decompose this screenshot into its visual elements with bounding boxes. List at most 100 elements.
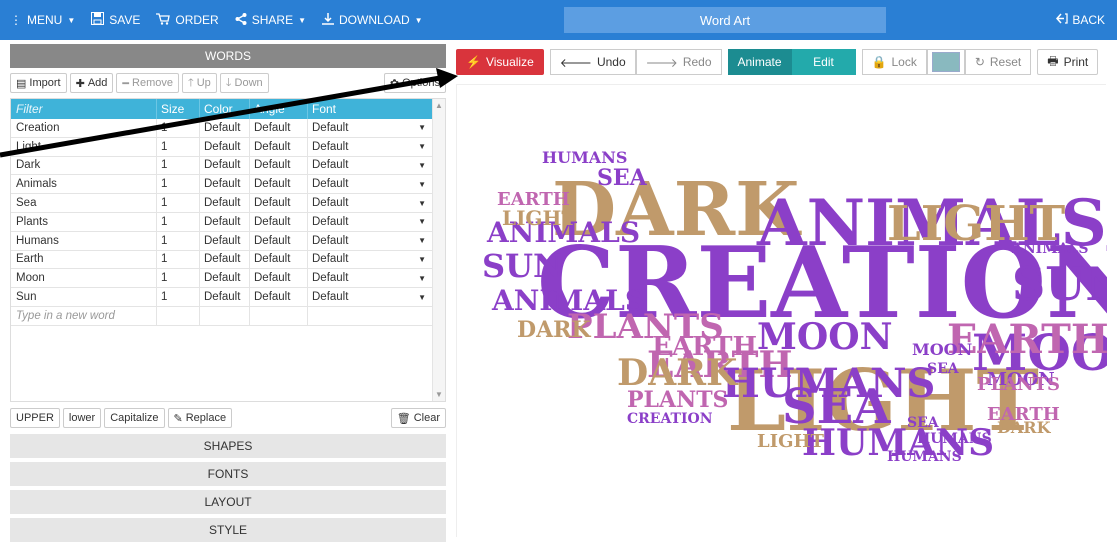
color-cell[interactable]: Default [200, 137, 250, 156]
font-cell[interactable]: Default ▼ [308, 288, 430, 306]
angle-column-header[interactable]: Angle [250, 99, 308, 119]
cloud-word[interactable]: HUMANS [722, 360, 935, 407]
table-row[interactable]: Humans 1 Default Default Default ▼ [11, 231, 445, 251]
style-section-header[interactable]: STYLE [10, 518, 446, 542]
cloud-word[interactable]: SEA [927, 361, 960, 377]
size-column-header[interactable]: Size [157, 99, 200, 119]
cloud-word[interactable]: EARTH [652, 332, 757, 362]
filter-column-header[interactable]: Filter [11, 99, 157, 119]
cloud-word[interactable]: DARK [517, 317, 591, 343]
cloud-word[interactable]: SUN [482, 247, 562, 285]
font-cell[interactable]: Default ▼ [308, 119, 430, 137]
cloud-word[interactable]: LIGHT [757, 431, 824, 452]
dropdown-caret-icon[interactable]: ▼ [418, 274, 426, 283]
share-button[interactable]: SHARE ▼ [227, 0, 314, 40]
cloud-word[interactable]: MOON [912, 340, 972, 359]
table-row[interactable]: Plants 1 Default Default Default ▼ [11, 212, 445, 232]
size-cell[interactable]: 1 [157, 269, 200, 288]
table-row[interactable]: Light 1 Default Default Default ▼ [11, 137, 445, 157]
font-cell[interactable]: Default ▼ [308, 157, 430, 175]
font-cell[interactable]: Default ▼ [308, 232, 430, 250]
cloud-word[interactable]: ANIMALS [1011, 241, 1089, 257]
fonts-section-header[interactable]: FONTS [10, 462, 446, 486]
word-cell[interactable]: Dark [11, 156, 157, 175]
word-art-canvas[interactable]: CREATION LIGHT DARK SEA ANIMALS MOON SUN PLANTS… [456, 84, 1107, 537]
table-scrollbar[interactable]: ▲ ▼ [432, 99, 445, 401]
replace-button[interactable]: ✎ Replace [167, 408, 233, 428]
scroll-down-icon[interactable]: ▼ [435, 390, 443, 399]
angle-cell[interactable]: Default [250, 269, 308, 288]
dropdown-caret-icon[interactable]: ▼ [418, 217, 426, 226]
angle-cell[interactable]: Default [250, 231, 308, 250]
down-button[interactable]: 🡓 Down [219, 73, 269, 93]
angle-cell[interactable]: Default [250, 212, 308, 231]
color-column-header[interactable]: Color [200, 99, 250, 119]
table-row[interactable]: Sun 1 Default Default Default ▼ [11, 288, 445, 307]
dropdown-caret-icon[interactable]: ▼ [418, 180, 426, 189]
angle-cell[interactable]: Default [250, 194, 308, 212]
word-cell[interactable]: Earth [11, 250, 157, 269]
cloud-word[interactable]: SUN [1012, 257, 1107, 311]
size-cell[interactable]: 1 [157, 137, 200, 156]
dropdown-caret-icon[interactable]: ▼ [418, 255, 426, 264]
color-cell[interactable]: Default [200, 175, 250, 194]
table-row[interactable]: Animals 1 Default Default Default ▼ [11, 175, 445, 195]
size-cell[interactable]: 1 [157, 156, 200, 175]
animate-button[interactable]: Animate [727, 49, 792, 75]
lowercase-button[interactable]: lower [62, 408, 102, 428]
save-button[interactable]: SAVE [83, 0, 148, 40]
dropdown-caret-icon[interactable]: ▼ [418, 142, 426, 151]
word-cell[interactable]: Sun [11, 288, 157, 306]
angle-cell[interactable]: Default [250, 156, 308, 175]
menu-button[interactable]: ⋮ MENU ▼ [0, 0, 83, 40]
reset-button[interactable]: ↻ Reset [964, 49, 1032, 75]
word-cell[interactable]: Plants [11, 212, 157, 231]
undo-button[interactable]: 🡐 Undo [549, 49, 636, 75]
angle-cell[interactable]: Default [250, 119, 308, 137]
cloud-word[interactable]: HUMANS [542, 148, 627, 167]
font-column-header[interactable]: Font [308, 99, 430, 119]
new-word-input[interactable]: Type in a new word [11, 306, 157, 325]
new-word-row[interactable]: Type in a new word [11, 306, 445, 326]
table-row[interactable]: Earth 1 Default Default Default ▼ [11, 250, 445, 270]
font-cell[interactable]: Default ▼ [308, 269, 430, 287]
angle-cell[interactable]: Default [250, 175, 308, 194]
visualize-button[interactable]: ⚡ Visualize [456, 49, 544, 75]
angle-cell[interactable]: Default [250, 137, 308, 156]
word-cell[interactable]: Light [11, 137, 157, 156]
import-button[interactable]: ▤ Import [10, 73, 67, 93]
redo-button[interactable]: 🡒 Redo [635, 49, 722, 75]
cloud-word[interactable]: CREATION [627, 411, 713, 427]
add-button[interactable]: ✚ Add [69, 73, 114, 93]
cloud-word[interactable]: MOON [757, 316, 892, 358]
words-section-header[interactable]: WORDS [10, 44, 446, 68]
table-row[interactable]: Sea 1 Default Default Default ▼ [11, 194, 445, 213]
color-cell[interactable]: Default [200, 250, 250, 269]
color-cell[interactable]: Default [200, 288, 250, 306]
order-button[interactable]: ORDER [148, 0, 226, 40]
dropdown-caret-icon[interactable]: ▼ [418, 161, 426, 170]
cloud-word[interactable]: HUMANS [887, 449, 962, 465]
angle-cell[interactable]: Default [250, 250, 308, 269]
color-cell[interactable]: Default [200, 119, 250, 137]
size-cell[interactable]: 1 [157, 250, 200, 269]
color-swatch-button[interactable] [926, 49, 965, 75]
font-cell[interactable]: Default ▼ [308, 213, 430, 231]
color-cell[interactable]: Default [200, 194, 250, 212]
cloud-word[interactable]: LIGHT [502, 206, 576, 230]
font-cell[interactable]: Default ▼ [308, 194, 430, 212]
capitalize-button[interactable]: Capitalize [104, 408, 165, 428]
word-cell[interactable]: Sea [11, 194, 157, 212]
options-button[interactable]: ✿ Options [383, 73, 446, 93]
cloud-word[interactable]: SEA [597, 165, 648, 191]
table-row[interactable]: Creation 1 Default Default Default ▼ [11, 119, 445, 138]
size-cell[interactable]: 1 [157, 212, 200, 231]
back-button[interactable]: BACK [1056, 0, 1105, 40]
cloud-word[interactable]: PLANTS [977, 374, 1060, 395]
lock-button[interactable]: 🔒 Lock [861, 49, 927, 75]
color-cell[interactable]: Default [200, 212, 250, 231]
cloud-word[interactable]: HUMANS [917, 431, 992, 447]
scroll-up-icon[interactable]: ▲ [435, 101, 443, 110]
size-cell[interactable]: 1 [157, 175, 200, 194]
clear-button[interactable]: 🗑 Clear [390, 408, 446, 428]
